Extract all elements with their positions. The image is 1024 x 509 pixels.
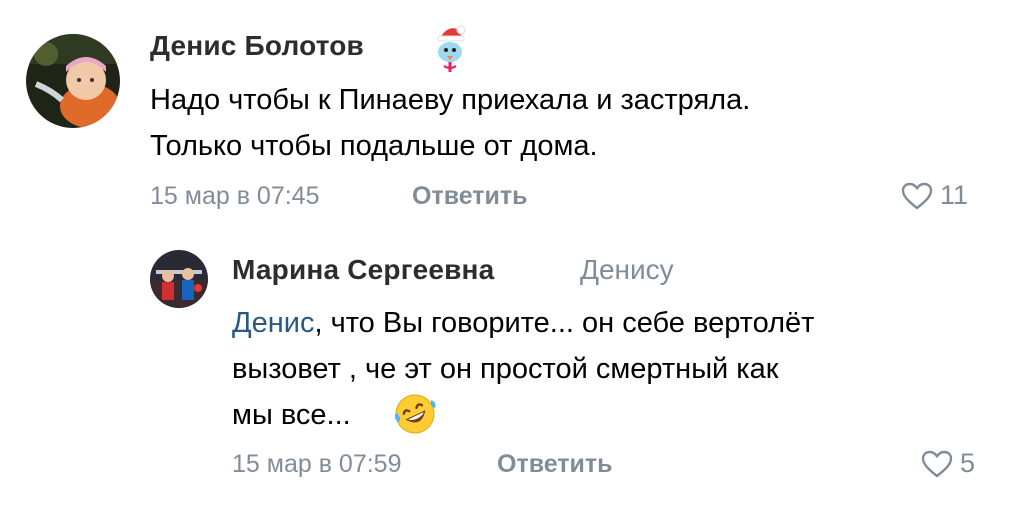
reply-to-user[interactable]: Денису (580, 254, 674, 286)
reply-author[interactable]: Марина Сергеевна (232, 254, 494, 286)
reply-like-button[interactable]: 5 (920, 448, 975, 479)
comment-date[interactable]: 15 мар в 07:45 (150, 182, 319, 211)
comments-thread: Денис Болотов Надо чтобы к Пинаеву приех… (0, 0, 1024, 509)
heart-icon (920, 449, 954, 479)
santa-hat-bird-icon (430, 22, 470, 74)
heart-icon (900, 181, 934, 211)
reply-button[interactable]: Ответить (412, 182, 528, 211)
reply-date[interactable]: 15 мар в 07:59 (232, 450, 401, 479)
comment-text-line-1: Надо чтобы к Пинаеву приехала и застряла… (150, 84, 751, 116)
comment-text-line-2: Только чтобы подальше от дома. (150, 130, 598, 162)
rofl-emoji-icon (393, 392, 437, 436)
reply-text-line-3: мы все... (232, 399, 351, 431)
like-count: 11 (940, 180, 969, 210)
like-button[interactable]: 11 (900, 180, 968, 211)
avatar-marina[interactable] (150, 250, 208, 308)
reply-reply-button[interactable]: Ответить (497, 450, 613, 479)
reply-text-line-1-rest: , что Вы говорите... он себе вертолёт (314, 307, 815, 339)
reply-text-line-1: Денис, что Вы говорите... он себе вертол… (232, 301, 814, 345)
comment-author[interactable]: Денис Болотов (150, 30, 364, 62)
like-count: 5 (960, 448, 976, 478)
mention-link[interactable]: Денис (232, 307, 314, 339)
reply-text-line-2: вызовет , че эт он простой смертный как (232, 353, 779, 385)
avatar-denis[interactable] (26, 34, 120, 128)
